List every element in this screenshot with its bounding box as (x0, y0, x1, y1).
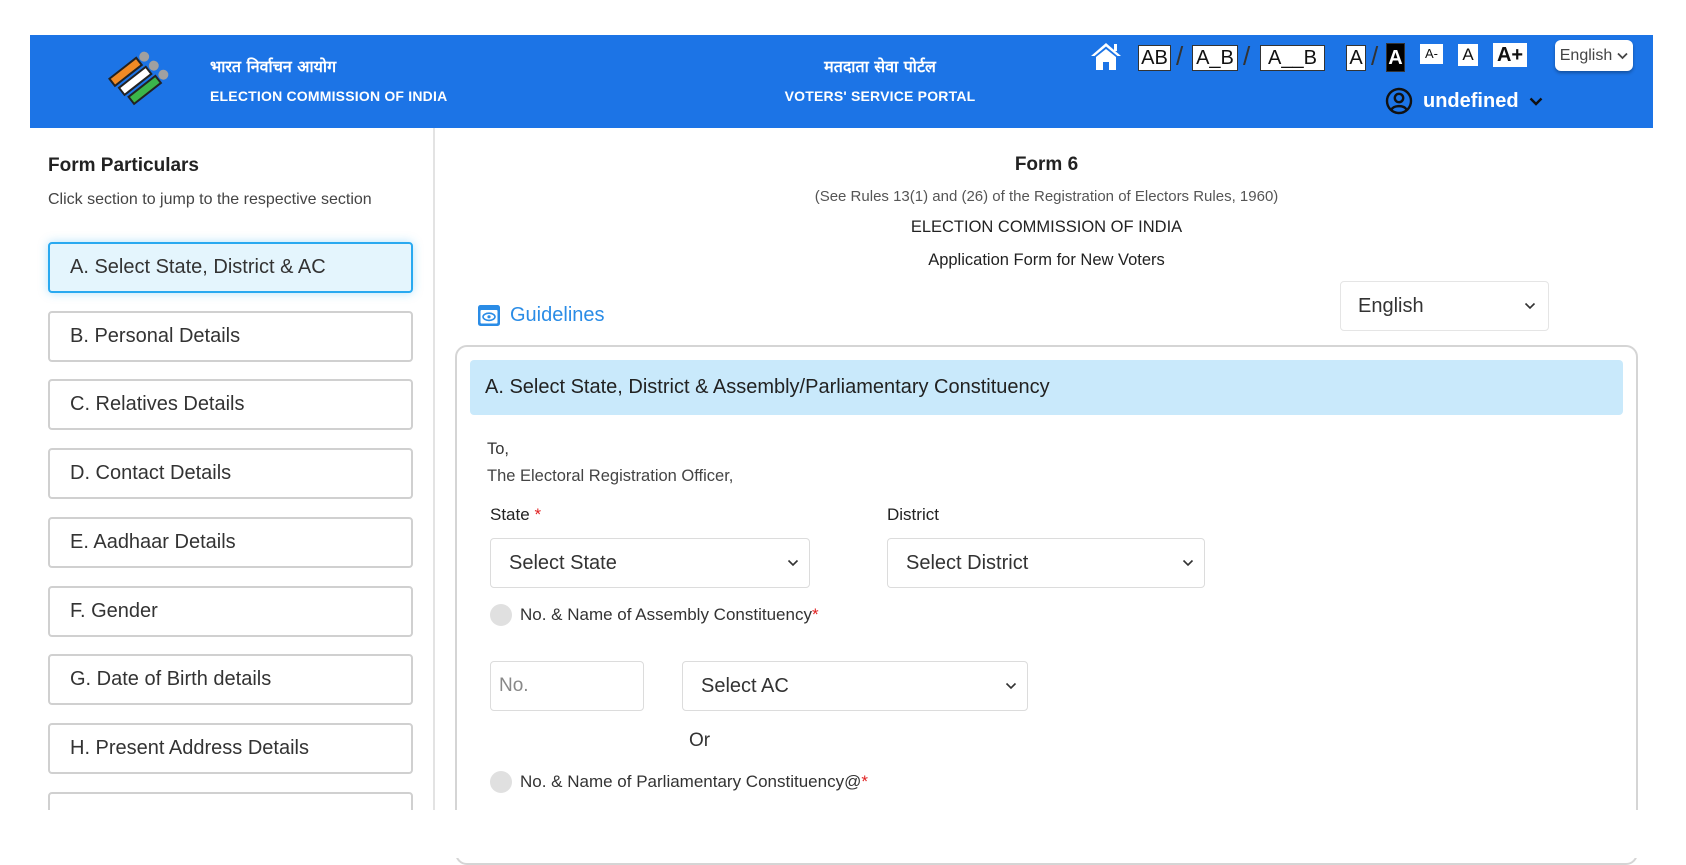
form-language-select[interactable]: English (1340, 281, 1549, 331)
chevron-down-icon (1005, 682, 1017, 690)
parliamentary-constituency-label-text: No. & Name of Parliamentary Constituency… (520, 772, 862, 791)
user-name: undefined (1423, 89, 1519, 112)
sidebar-item-label: G. Date of Birth details (70, 668, 272, 690)
officer-label: The Electoral Registration Officer, (487, 467, 734, 485)
org-name-hindi: भारत निर्वाचन आयोग (210, 57, 337, 76)
form-language-value: English (1358, 294, 1424, 317)
sidebar-item-state-district-ac[interactable]: A. Select State, District & AC (48, 242, 413, 293)
font-decrease-button[interactable]: A- (1420, 44, 1443, 64)
sidebar-divider (433, 128, 435, 810)
eye-icon (478, 305, 500, 326)
parliamentary-constituency-label: No. & Name of Parliamentary Constituency… (520, 772, 868, 792)
required-mark: * (534, 505, 542, 524)
district-label: District (887, 505, 939, 524)
sidebar-subtitle: Click section to jump to the respective … (48, 191, 372, 208)
chevron-down-icon (1182, 559, 1194, 567)
spacing-wide-button[interactable]: A_B (1192, 45, 1238, 71)
chevron-down-icon (1617, 52, 1628, 59)
sidebar-item-personal-details[interactable]: B. Personal Details (48, 311, 413, 362)
eci-logo-icon (108, 51, 169, 106)
sidebar-item-label: A. Select State, District & AC (70, 256, 326, 278)
sidebar-item-aadhaar-details[interactable]: E. Aadhaar Details (48, 517, 413, 568)
ac-number-input[interactable]: No. (490, 661, 644, 711)
or-label: Or (689, 730, 711, 751)
viewport-bottom-margin (0, 810, 1686, 858)
assembly-constituency-label-text: No. & Name of Assembly Constituency (520, 605, 812, 624)
form-authority: ELECTION COMMISSION OF INDIA (910, 218, 1183, 236)
contrast-high-button[interactable]: A (1386, 43, 1405, 72)
ac-select[interactable]: Select AC (682, 661, 1028, 711)
chevron-down-icon (1524, 302, 1536, 310)
assembly-constituency-radio[interactable] (490, 604, 512, 626)
sidebar-title: Form Particulars (48, 155, 199, 176)
parliamentary-constituency-radio[interactable] (490, 771, 512, 793)
separator: / (1176, 41, 1184, 71)
required-mark: * (861, 772, 868, 791)
sidebar-item-relatives-details[interactable]: C. Relatives Details (48, 379, 413, 430)
top-header: भारत निर्वाचन आयोग ELECTION COMMISSION O… (30, 35, 1653, 128)
guidelines-link[interactable]: Guidelines (477, 304, 605, 327)
portal-name-english: VOTERS' SERVICE PORTAL (784, 88, 976, 104)
header-language-label: English (1559, 46, 1613, 64)
separator: / (1371, 41, 1379, 71)
guidelines-label: Guidelines (510, 304, 605, 326)
spacing-normal-button[interactable]: AB (1138, 45, 1171, 71)
ac-number-placeholder: No. (499, 675, 529, 696)
font-increase-button[interactable]: A+ (1493, 43, 1527, 67)
state-label-text: State (490, 505, 530, 524)
sidebar-item-gender[interactable]: F. Gender (48, 586, 413, 637)
separator: / (1243, 41, 1251, 71)
assembly-constituency-label: No. & Name of Assembly Constituency* (520, 605, 819, 625)
sidebar-item-label: C. Relatives Details (70, 393, 245, 415)
district-select[interactable]: Select District (887, 538, 1205, 588)
portal-name-hindi: मतदाता सेवा पोर्टल (824, 57, 936, 76)
sidebar-item-label: H. Present Address Details (70, 737, 309, 759)
section-a-heading: A. Select State, District & Assembly/Par… (470, 360, 1623, 415)
user-avatar-icon (1385, 87, 1413, 115)
ac-select-value: Select AC (701, 674, 789, 697)
chevron-down-icon (1529, 97, 1542, 106)
form-title: Form 6 (1014, 154, 1079, 175)
sidebar-item-present-address[interactable]: H. Present Address Details (48, 723, 413, 774)
district-select-value: Select District (906, 551, 1029, 574)
form-rules-reference: (See Rules 13(1) and (26) of the Registr… (814, 188, 1279, 205)
org-name-english: ELECTION COMMISSION OF INDIA (210, 88, 448, 104)
sidebar-item-label: D. Contact Details (70, 462, 232, 484)
font-normal-button[interactable]: A (1458, 44, 1478, 66)
sidebar-item-label: B. Personal Details (70, 325, 241, 347)
form-subtitle: Application Form for New Voters (928, 251, 1165, 269)
state-select-value: Select State (509, 551, 617, 574)
home-icon[interactable] (1089, 40, 1123, 72)
to-label: To, (487, 440, 510, 458)
state-label: State * (490, 505, 541, 525)
state-select[interactable]: Select State (490, 538, 810, 588)
chevron-down-icon (787, 559, 799, 567)
contrast-normal-button[interactable]: A (1346, 45, 1366, 71)
sidebar-item-contact-details[interactable]: D. Contact Details (48, 448, 413, 499)
sidebar-item-label: E. Aadhaar Details (70, 531, 236, 553)
user-menu[interactable]: undefined (1385, 85, 1543, 117)
required-mark: * (811, 605, 819, 624)
sidebar-item-date-of-birth[interactable]: G. Date of Birth details (48, 654, 413, 705)
header-language-button[interactable]: English (1555, 40, 1633, 71)
spacing-wider-button[interactable]: A__B (1260, 45, 1325, 71)
sidebar-item-label: F. Gender (70, 600, 158, 622)
